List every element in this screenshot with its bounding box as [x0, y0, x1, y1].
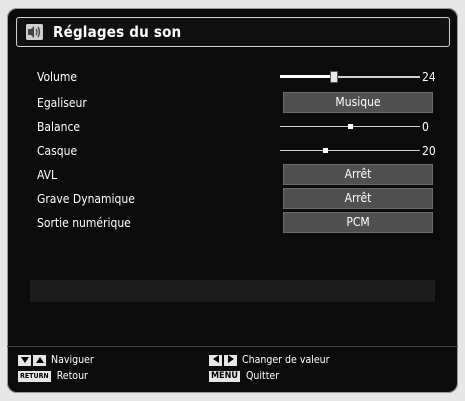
hint-navigate: Naviguer: [18, 353, 94, 369]
setting-row-avl[interactable]: AVL Arrêt: [29, 164, 439, 186]
headphone-slider[interactable]: [280, 140, 420, 162]
tv-osd-screen: Réglages du son Volume 24 Egaliseur Musi…: [7, 8, 458, 393]
setting-label: Sortie numérique: [37, 216, 131, 230]
setting-value: 20: [422, 144, 436, 158]
hint-label: Retour: [56, 370, 88, 382]
arrow-down-icon: [18, 354, 31, 366]
arrow-up-icon: [33, 354, 46, 366]
setting-label: Egaliseur: [37, 96, 87, 110]
slider-knob[interactable]: [323, 148, 328, 153]
equalizer-select[interactable]: Musique: [283, 92, 433, 113]
balance-slider[interactable]: [280, 116, 420, 138]
info-bar: [30, 280, 435, 302]
setting-row-egaliseur[interactable]: Egaliseur Musique: [29, 92, 439, 114]
sound-settings-icon: [26, 24, 43, 40]
digital-output-select[interactable]: PCM: [283, 212, 433, 233]
menu-header: Réglages du son: [16, 17, 450, 47]
slider-fill: [280, 75, 336, 78]
setting-label: Grave Dynamique: [37, 192, 135, 206]
setting-label: Volume: [37, 70, 78, 84]
return-key-icon: RETURN: [18, 370, 51, 382]
setting-label: AVL: [37, 168, 58, 182]
setting-row-sortie-numerique[interactable]: Sortie numérique PCM: [29, 212, 439, 234]
arrow-left-icon: [209, 354, 222, 366]
hint-return: RETURN Retour: [18, 369, 88, 385]
slider-knob[interactable]: [348, 124, 353, 129]
hint-change-value: Changer de valeur: [209, 353, 330, 369]
setting-value: 24: [422, 70, 436, 84]
footer-divider: [7, 346, 458, 347]
setting-label: Balance: [37, 120, 81, 134]
setting-row-balance[interactable]: Balance 0: [29, 116, 439, 138]
page-title: Réglages du son: [53, 23, 182, 41]
slider-track: [280, 150, 420, 151]
menu-key-icon: MENU: [209, 370, 240, 382]
hint-label: Quitter: [245, 370, 280, 382]
arrow-right-icon: [224, 354, 237, 366]
volume-slider[interactable]: [280, 66, 420, 88]
hint-label: Changer de valeur: [242, 354, 330, 366]
dynamic-bass-select[interactable]: Arrêt: [283, 188, 433, 209]
setting-label: Casque: [37, 144, 78, 158]
slider-knob[interactable]: [330, 71, 338, 83]
avl-select[interactable]: Arrêt: [283, 164, 433, 185]
setting-row-casque[interactable]: Casque 20: [29, 140, 439, 162]
hint-label: Naviguer: [51, 354, 94, 366]
setting-value: 0: [422, 120, 429, 134]
setting-row-grave-dynamique[interactable]: Grave Dynamique Arrêt: [29, 188, 439, 210]
setting-row-volume[interactable]: Volume 24: [29, 66, 439, 88]
hint-quit: MENU Quitter: [209, 369, 279, 385]
